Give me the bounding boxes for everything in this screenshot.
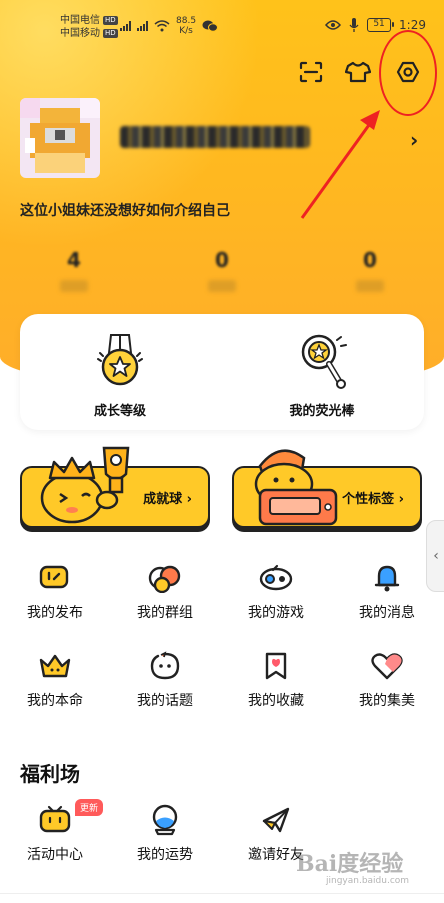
stat-item[interactable]: 0: [192, 248, 252, 292]
grid-item-my-topics[interactable]: 我的话题: [125, 650, 205, 710]
chevron-right-icon[interactable]: ›: [410, 128, 418, 152]
grid-item-my-groups[interactable]: 我的群组: [125, 562, 205, 622]
grid-label: 我的收藏: [248, 693, 304, 709]
network-speed: 88.5 K/s: [176, 16, 197, 36]
crystal-ball-icon: [125, 804, 205, 836]
welfare-section-title: 福利场: [20, 762, 80, 786]
side-drawer-handle[interactable]: ‹: [426, 520, 444, 592]
grid-label: 我的发布: [27, 605, 83, 621]
grid-item-my-sisters[interactable]: 我的集美: [347, 650, 427, 710]
growth-level-entry[interactable]: 成长等级: [40, 332, 200, 419]
grid-label: 活动中心: [27, 847, 83, 863]
eye-icon: [325, 20, 342, 30]
carrier-2: 中国移动: [60, 28, 100, 39]
update-badge: 更新: [75, 799, 104, 816]
stat-item[interactable]: 4: [44, 248, 104, 292]
glow-stick-label: 我的荧光棒: [289, 404, 355, 419]
personal-tags-banner[interactable]: 个性标签 ›: [232, 449, 422, 528]
grid-label: 我的话题: [137, 693, 193, 709]
carrier-info: 中国电信 HD 中国移动 HD: [60, 14, 118, 40]
battery-indicator: 51: [367, 18, 395, 32]
paper-plane-icon: [236, 804, 316, 836]
outfit-icon[interactable]: [342, 56, 374, 88]
grid-item-my-messages[interactable]: 我的消息: [347, 562, 427, 622]
stat-label-blurred: [60, 280, 88, 292]
chevron-left-icon: ‹: [433, 548, 439, 564]
username-blurred: [120, 126, 310, 148]
bell-icon: [347, 562, 427, 594]
level-card: 成长等级 我的荧光棒: [20, 314, 424, 430]
achievement-ball-label: 成就球 ›: [143, 492, 192, 507]
growth-level-label: 成长等级: [93, 404, 146, 419]
heart-icon: [347, 650, 427, 682]
game-icon: [236, 562, 316, 594]
grid-label: 我的运势: [137, 847, 193, 863]
stat-value: 0: [363, 248, 377, 272]
hd-badge: HD: [103, 16, 118, 25]
achievement-ball-banner[interactable]: 成就球 ›: [20, 446, 210, 528]
glow-stick-entry[interactable]: 我的荧光棒: [242, 332, 402, 419]
grid-item-my-bias[interactable]: 我的本命: [15, 650, 95, 710]
wechat-icon: [202, 20, 219, 32]
grid-item-my-favorites[interactable]: 我的收藏: [236, 650, 316, 710]
grid-label: 我的本命: [27, 693, 83, 709]
stat-label-blurred: [356, 280, 384, 292]
scan-icon[interactable]: [295, 56, 327, 88]
annotation-arrow-icon: [300, 110, 380, 219]
signal-icon: [137, 21, 148, 31]
grid-label: 我的群组: [137, 605, 193, 621]
grid-label: 我的消息: [359, 605, 415, 621]
mascot-tag-icon: [240, 438, 350, 534]
mascot-trophy-icon: [32, 438, 152, 532]
topic-icon: [125, 650, 205, 682]
watermark-main: Bai度经验: [296, 851, 404, 877]
baidu-watermark: Bai度经验 jingyan.baidu.com: [296, 846, 436, 892]
personal-tags-label: 个性标签 ›: [342, 492, 404, 507]
stat-value: 4: [67, 248, 81, 272]
profile-stats: 4 0 0: [0, 248, 444, 298]
stat-label-blurred: [208, 280, 236, 292]
wifi-icon: [154, 20, 170, 32]
grid-label: 我的游戏: [248, 605, 304, 621]
my-fortune-entry[interactable]: 我的运势: [125, 804, 205, 864]
hd-badge: HD: [103, 29, 118, 38]
grid-label: 我的集美: [359, 693, 415, 709]
profile-bio: 这位小姐妹还没想好如何介绍自己: [20, 203, 230, 219]
glow-stick-icon: [242, 332, 402, 390]
publish-icon: [15, 562, 95, 594]
medal-icon: [40, 332, 200, 390]
settings-highlight-annotation: [379, 30, 437, 116]
bookmark-icon: [236, 650, 316, 682]
carrier-1: 中国电信: [60, 15, 100, 26]
microphone-icon: [349, 18, 359, 32]
bottom-divider: [0, 893, 444, 894]
stat-item[interactable]: 0: [340, 248, 400, 292]
network-indicators: 88.5 K/s: [120, 16, 219, 36]
crown-icon: [15, 650, 95, 682]
watermark-sub: jingyan.baidu.com: [326, 876, 410, 886]
grid-item-my-games[interactable]: 我的游戏: [236, 562, 316, 622]
grid-item-my-posts[interactable]: 我的发布: [15, 562, 95, 622]
stat-value: 0: [215, 248, 229, 272]
status-bar: 中国电信 HD 中国移动 HD 88.5 K/s 51 1:29: [0, 0, 444, 50]
signal-icon: [120, 21, 131, 31]
avatar[interactable]: [20, 98, 100, 178]
group-icon: [125, 562, 205, 594]
